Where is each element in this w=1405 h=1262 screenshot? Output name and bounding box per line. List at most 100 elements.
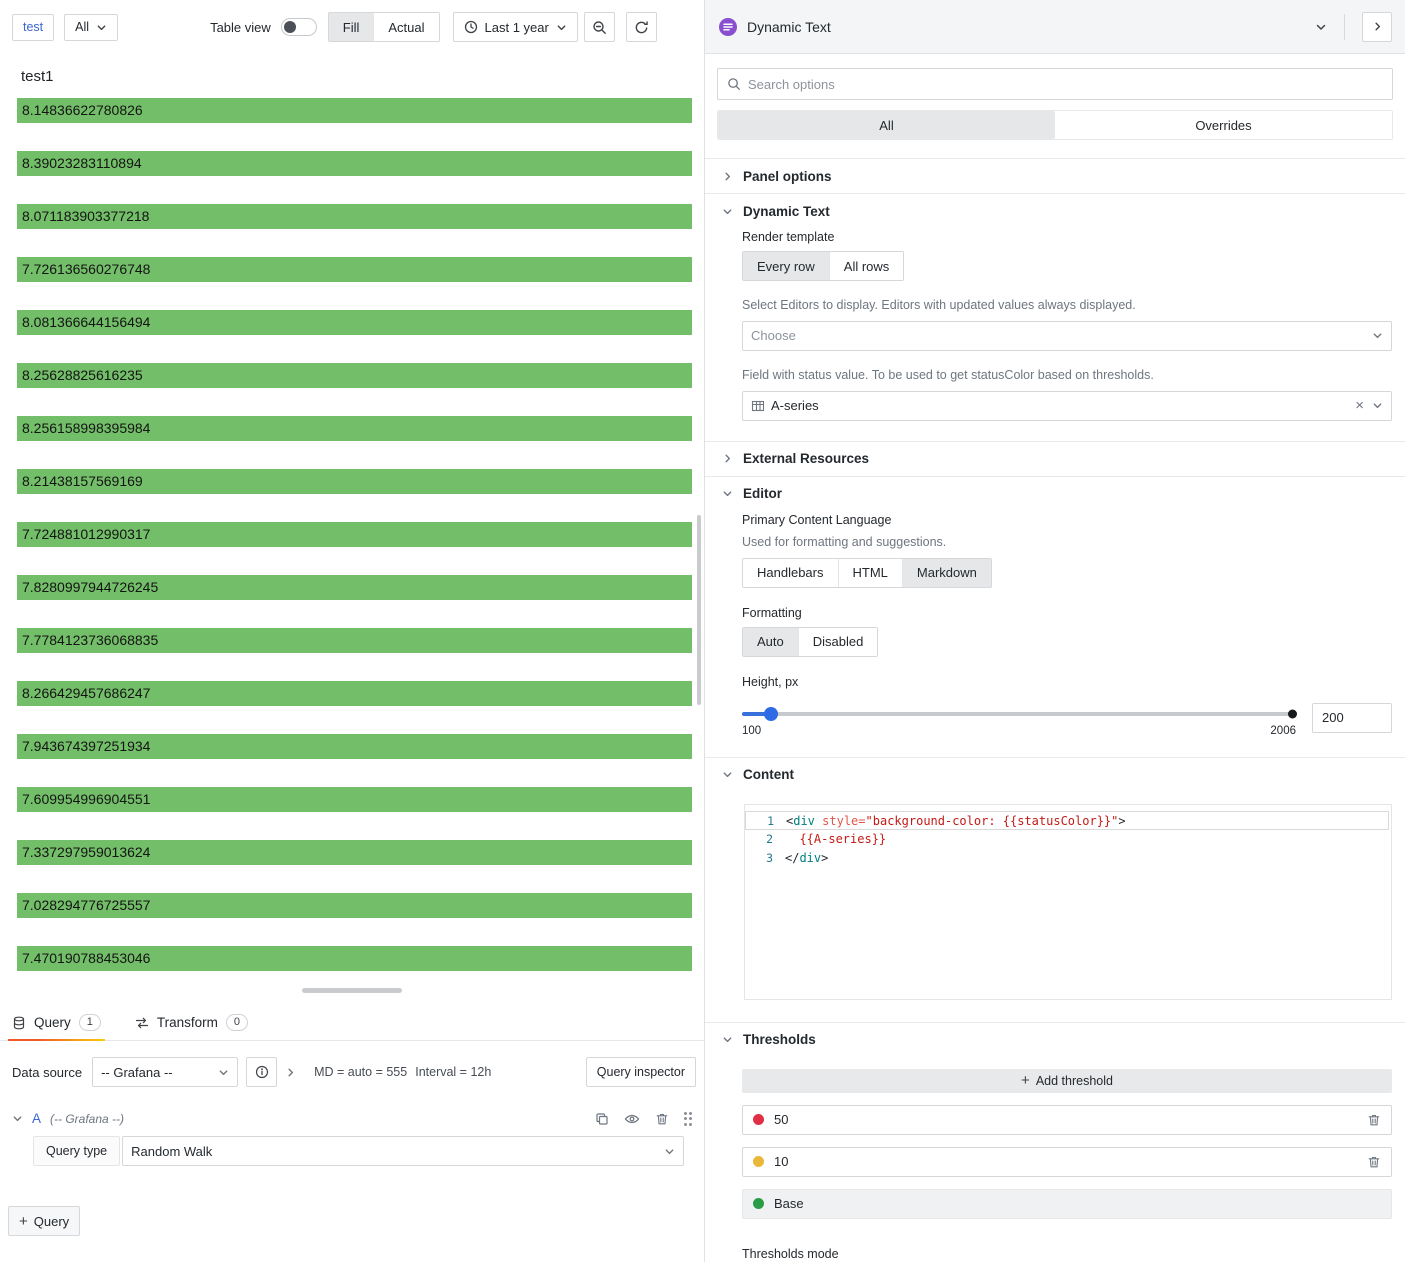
vertical-scrollbar[interactable] [697,515,701,705]
value-bar: 8.256158998395984 [17,416,692,441]
section-thresholds[interactable]: Thresholds [705,1023,1405,1057]
height-input[interactable]: 200 [1312,703,1392,733]
delete-threshold-icon[interactable] [1367,1113,1381,1127]
editors-description: Select Editors to display. Editors with … [742,297,1392,314]
option-auto[interactable]: Auto [743,628,798,656]
search-icon [727,77,741,91]
value-row: 7.028294776725557 [17,893,692,918]
add-query-button[interactable]: + Query [8,1206,80,1236]
query-row-a: A (-- Grafana --) [12,1111,692,1126]
value-bar: 8.081366644156494 [17,310,692,335]
chevron-right-icon [722,171,733,182]
collapse-pane-button[interactable] [1362,12,1392,42]
info-icon [255,1065,269,1079]
option-actual[interactable]: Actual [373,13,438,41]
value-row: 8.256158998395984 [17,416,692,441]
editors-placeholder: Choose [751,328,796,343]
search-input[interactable] [748,77,1383,92]
threshold-row[interactable]: 10 [742,1147,1392,1177]
section-dynamic-text[interactable]: Dynamic Text [705,194,1405,228]
zoom-out-icon [592,20,607,35]
option-fill[interactable]: Fill [329,13,374,41]
option-every-row[interactable]: Every row [743,252,829,280]
height-slider-handle[interactable] [764,707,778,721]
code-line[interactable]: 2 {{A-series}} [745,830,1391,849]
query-inspector-button[interactable]: Query inspector [586,1057,696,1087]
option-disabled[interactable]: Disabled [798,628,878,656]
code-line[interactable]: 1<div style="background-color: {{statusC… [745,811,1389,830]
threshold-row[interactable]: 50 [742,1105,1392,1135]
language-label: Primary Content Language [742,513,1392,527]
query-type-value: Random Walk [131,1144,212,1159]
option-html[interactable]: HTML [838,559,902,587]
refresh-icon [634,20,649,35]
height-slider[interactable]: 100 2006 [742,703,1296,737]
panel-title: test1 [0,68,704,85]
query-type-select[interactable]: Random Walk [122,1136,684,1166]
slider-rail[interactable] [742,712,1296,716]
chevron-down-icon [96,22,107,33]
threshold-value[interactable]: 10 [774,1154,788,1169]
section-panel-options[interactable]: Panel options [705,159,1405,193]
chevron-down-icon [722,206,733,217]
status-field-select[interactable]: A-series × [742,391,1392,421]
value-row: 7.337297959013624 [17,840,692,865]
interval-summary: Interval = 12h [415,1065,491,1079]
value-bar: 8.266429457686247 [17,681,692,706]
editors-select[interactable]: Choose [742,321,1392,351]
value-bar: 7.609954996904551 [17,787,692,812]
threshold-value[interactable]: 50 [774,1112,788,1127]
code-line[interactable]: 3</div> [745,849,1391,868]
horizontal-scrollbar[interactable] [302,988,402,993]
collapse-query-icon[interactable] [12,1113,23,1124]
query-options-expand-icon[interactable] [285,1067,296,1078]
divider [1344,14,1345,40]
transform-tab-label: Transform [157,1015,218,1030]
section-content[interactable]: Content [705,758,1405,792]
delete-threshold-icon[interactable] [1367,1155,1381,1169]
chevron-down-icon [218,1067,229,1078]
section-editor[interactable]: Editor [705,477,1405,511]
tab-transform[interactable]: Transform 0 [131,1005,252,1040]
threshold-color-dot[interactable] [753,1114,764,1125]
option-all-rows[interactable]: All rows [829,252,904,280]
chevron-down-icon[interactable] [1315,21,1327,33]
refresh-button[interactable] [626,12,657,42]
threshold-color-dot[interactable] [753,1156,764,1167]
delete-query-icon[interactable] [655,1112,669,1126]
value-row: 8.14836622780826 [17,98,692,123]
content-code-editor[interactable]: 1<div style="background-color: {{statusC… [744,804,1392,1000]
value-row: 8.25628825616235 [17,363,692,388]
zoom-out-button[interactable] [584,12,615,42]
duplicate-query-icon[interactable] [595,1112,609,1126]
datasource-select[interactable]: -- Grafana -- [92,1057,238,1087]
query-ref-id[interactable]: A [32,1111,41,1126]
tab-overrides[interactable]: Overrides [1055,111,1392,139]
drag-handle-icon[interactable] [684,1112,693,1126]
add-threshold-button[interactable]: + Add threshold [742,1069,1392,1093]
scope-dropdown[interactable]: All [64,14,118,41]
option-handlebars[interactable]: Handlebars [743,559,838,587]
section-label: Thresholds [743,1032,816,1047]
chevron-down-icon [722,769,733,780]
line-number: 3 [745,849,785,868]
slider-max-label: 2006 [1270,725,1296,737]
table-view-switch[interactable] [281,18,317,36]
tab-all[interactable]: All [718,111,1055,139]
option-markdown[interactable]: Markdown [902,559,991,587]
line-number: 1 [746,812,786,829]
dynamic-text-options: Render template Every rowAll rows Select… [705,230,1405,441]
display-mode-group: FillActual [328,12,440,42]
section-external-resources[interactable]: External Resources [705,442,1405,476]
datasource-help-button[interactable] [246,1057,277,1087]
value-row: 7.726136560276748 [17,257,692,282]
section-label: Editor [743,486,782,501]
visualization-title: Dynamic Text [747,19,831,35]
value-bar: 8.39023283110894 [17,151,692,176]
time-range-picker[interactable]: Last 1 year [453,12,578,42]
hide-query-icon[interactable] [624,1112,640,1126]
tab-query[interactable]: Query 1 [8,1005,105,1040]
value-row: 7.8280997944726245 [17,575,692,600]
clear-selection-icon[interactable]: × [1355,398,1364,413]
dashboard-title-button[interactable]: test [12,14,54,41]
